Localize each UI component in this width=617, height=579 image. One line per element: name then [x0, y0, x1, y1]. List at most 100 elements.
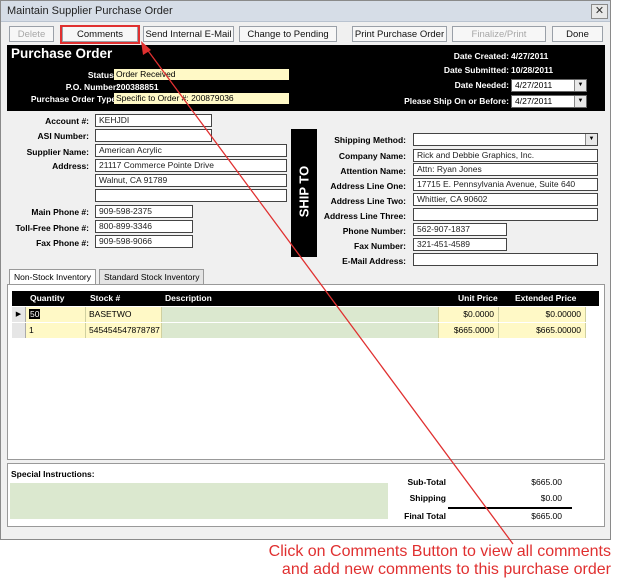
status-field: Order Received: [114, 69, 289, 80]
date-needed-value: 4/27/2011: [515, 80, 553, 90]
date-submitted: 10/28/2011: [511, 65, 554, 75]
date-needed-picker[interactable]: 4/27/2011 ▼: [511, 79, 587, 92]
po-type-label: Purchase Order Type:: [30, 94, 119, 104]
email-field[interactable]: [413, 253, 598, 266]
main-phone-field[interactable]: 909-598-2375: [95, 205, 193, 218]
po-type-field: Specific to Order #: 200879036: [114, 93, 289, 104]
po-number: 200388851: [116, 82, 159, 92]
fax-number-label: Fax Number:: [354, 241, 406, 251]
special-instructions-field[interactable]: [10, 483, 388, 519]
extended-price-cell[interactable]: $665.00000: [499, 323, 586, 338]
subtotal-label: Sub-Total: [407, 477, 446, 487]
tollfree-field[interactable]: 800-899-3346: [95, 220, 193, 233]
address-line-two-label: Address Line Two:: [330, 196, 406, 206]
comments-highlight-box: [60, 25, 140, 44]
title-bar: Maintain Supplier Purchase Order ✕: [1, 1, 610, 22]
window-title: Maintain Supplier Purchase Order: [7, 5, 173, 17]
totals-divider: [448, 507, 572, 509]
account-label: Account #:: [45, 116, 89, 126]
special-instructions-label: Special Instructions:: [11, 469, 95, 479]
annotation-line2: and add new comments to this purchase or…: [281, 561, 611, 578]
finalize-print-button[interactable]: Finalize/Print: [452, 26, 546, 42]
page-title: Purchase Order: [11, 46, 113, 61]
address-line-one-field[interactable]: 17715 E. Pennsylvania Avenue, Suite 640: [413, 178, 598, 191]
stock-cell[interactable]: 545454547878787: [86, 323, 162, 338]
address-label: Address:: [52, 161, 89, 171]
account-field[interactable]: KEHJDI: [95, 114, 212, 127]
close-icon[interactable]: ✕: [591, 4, 608, 19]
special-instructions-panel: Special Instructions:: [7, 463, 605, 527]
table-row[interactable]: ▶ 50 BASETWO $0.0000 $0.00000: [12, 307, 599, 322]
extended-price-header: Extended Price: [515, 293, 577, 303]
supplier-name-label: Supplier Name:: [26, 147, 89, 157]
final-total-label: Final Total: [404, 511, 446, 521]
tab-non-stock-inventory[interactable]: Non-Stock Inventory: [9, 269, 97, 284]
annotation-callout: Click on Comments Button to view all com…: [269, 543, 611, 579]
tollfree-label: Toll-Free Phone #:: [15, 223, 89, 233]
chevron-down-icon[interactable]: ▼: [574, 80, 586, 91]
date-submitted-label: Date Submitted:: [443, 65, 509, 75]
table-row[interactable]: 1 545454547878787 $665.0000 $665.00000: [12, 323, 599, 338]
print-purchase-order-button[interactable]: Print Purchase Order: [352, 26, 447, 42]
ship-to-banner: SHIP TO: [291, 129, 317, 257]
change-to-pending-button[interactable]: Change to Pending: [239, 26, 337, 42]
annotation-line1: Click on Comments Button to view all com…: [268, 543, 611, 560]
po-number-label: P.O. Number:: [65, 82, 119, 92]
qty-value: 50: [29, 309, 41, 319]
unit-price-header: Unit Price: [458, 293, 498, 303]
ship-to-banner-text: SHIP TO: [296, 165, 312, 218]
main-phone-label: Main Phone #:: [31, 207, 89, 217]
supplier-name-field[interactable]: American Acrylic: [95, 144, 287, 157]
attention-name-label: Attention Name:: [340, 166, 406, 176]
row-selector-icon[interactable]: ▶: [12, 307, 26, 322]
description-header: Description: [165, 293, 212, 303]
qty-header: Quantity: [30, 293, 65, 303]
done-button[interactable]: Done: [552, 26, 603, 42]
company-name-label: Company Name:: [338, 151, 406, 161]
row-selector[interactable]: [12, 323, 26, 338]
attention-name-field[interactable]: Attn: Ryan Jones: [413, 163, 598, 176]
send-internal-email-button[interactable]: Send Internal E-Mail: [143, 26, 234, 42]
asi-field[interactable]: [95, 129, 212, 142]
tab-standard-stock-inventory[interactable]: Standard Stock Inventory: [99, 269, 205, 284]
fax-number-field[interactable]: 321-451-4589: [413, 238, 507, 251]
company-name-field[interactable]: Rick and Debbie Graphics, Inc.: [413, 149, 598, 162]
date-created: 4/27/2011: [511, 51, 549, 61]
ship-before-picker[interactable]: 4/27/2011 ▼: [511, 95, 587, 108]
fax-field[interactable]: 909-598-9066: [95, 235, 193, 248]
unit-price-cell[interactable]: $0.0000: [439, 307, 499, 322]
address-line1-field[interactable]: 21117 Commerce Pointe Drive: [95, 159, 287, 172]
address-line3-field[interactable]: [95, 189, 287, 202]
qty-cell[interactable]: 1: [26, 323, 86, 338]
stock-header: Stock #: [90, 293, 121, 303]
description-cell[interactable]: [162, 323, 439, 338]
qty-cell[interactable]: 50: [26, 307, 86, 322]
stock-cell[interactable]: BASETWO: [86, 307, 162, 322]
address-line-three-label: Address Line Three:: [323, 211, 406, 221]
po-header: Purchase Order Status : Order Received P…: [7, 45, 605, 111]
address-line-two-field[interactable]: Whittier, CA 90602: [413, 193, 598, 206]
grid-header: Quantity Stock # Description Unit Price …: [12, 291, 599, 306]
ship-before-label: Please Ship On or Before:: [404, 96, 509, 106]
date-created-label: Date Created:: [453, 51, 509, 61]
date-needed-label: Date Needed:: [454, 80, 509, 90]
phone-number-label: Phone Number:: [342, 226, 406, 236]
unit-price-cell[interactable]: $665.0000: [439, 323, 499, 338]
shipping-label: Shipping: [409, 493, 446, 503]
fax-label: Fax Phone #:: [36, 238, 89, 248]
final-total-value: $665.00: [531, 511, 562, 521]
phone-number-field[interactable]: 562-907-1837: [413, 223, 507, 236]
shipping-method-select[interactable]: ▼: [413, 133, 598, 146]
description-cell[interactable]: [162, 307, 439, 322]
shipping-value: $0.00: [540, 493, 562, 503]
chevron-down-icon[interactable]: ▼: [585, 134, 597, 145]
address-line-three-field[interactable]: [413, 208, 598, 221]
address-line2-field[interactable]: Walnut, CA 91789: [95, 174, 287, 187]
line-items-grid: Quantity Stock # Description Unit Price …: [7, 284, 605, 460]
delete-button[interactable]: Delete: [9, 26, 54, 42]
ship-before-value: 4/27/2011: [515, 96, 553, 106]
purchase-order-window: Maintain Supplier Purchase Order ✕ Delet…: [0, 0, 611, 540]
extended-price-cell[interactable]: $0.00000: [499, 307, 586, 322]
subtotal-value: $665.00: [531, 477, 562, 487]
chevron-down-icon[interactable]: ▼: [574, 96, 586, 107]
